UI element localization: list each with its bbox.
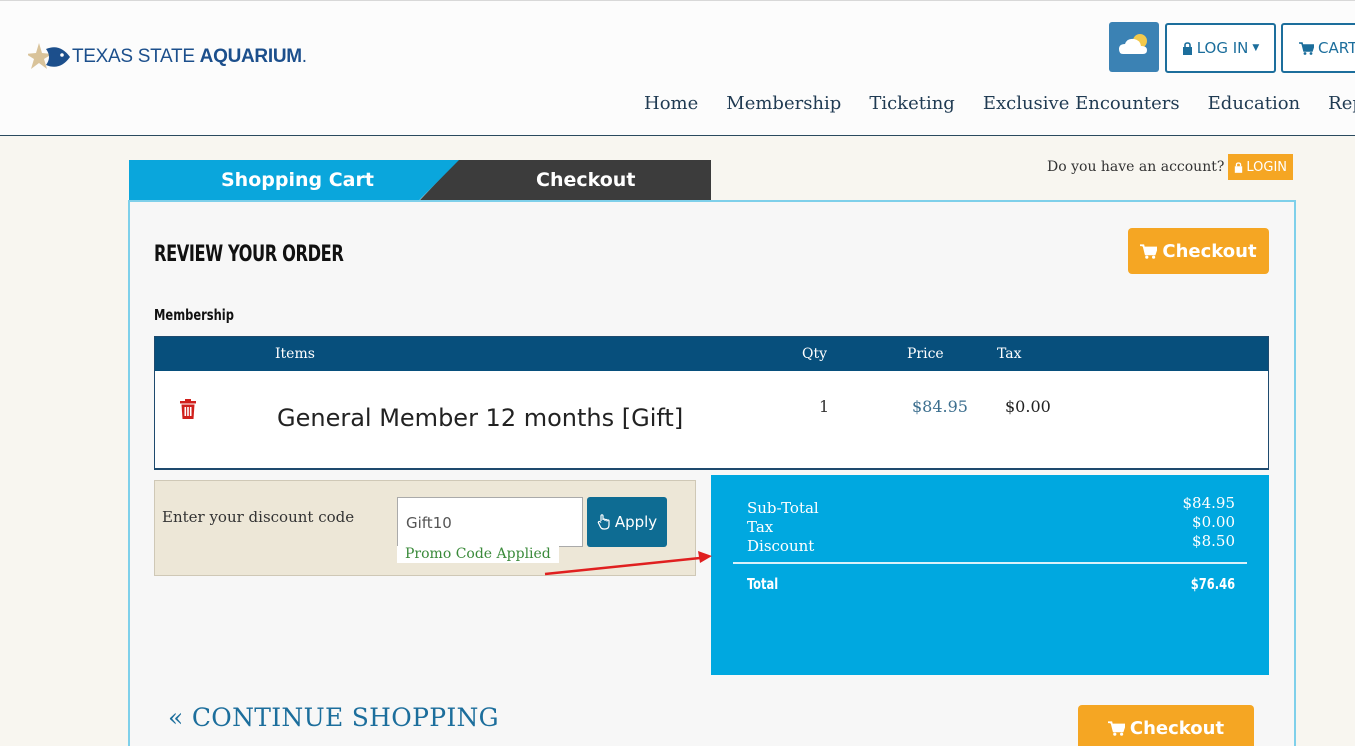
cart-label: CART [1318, 39, 1355, 57]
apply-label: Apply [614, 513, 658, 531]
checkout-button-top[interactable]: Checkout [1128, 228, 1269, 274]
page-title: REVIEW YOUR ORDER [154, 242, 344, 267]
logo-text: TEXAS STATE AQUARIUM. [72, 46, 307, 67]
total-value: $76.46 [1190, 575, 1235, 593]
tax-label: Tax [747, 518, 774, 536]
checkout-bottom-label: Checkout [1129, 717, 1225, 739]
col-price: Price [907, 346, 944, 362]
step-shopping-cart[interactable]: Shopping Cart [129, 160, 459, 200]
login-label: LOG IN [1196, 39, 1249, 57]
tax-value: $0.00 [1192, 513, 1235, 531]
account-prompt-text: Do you have an account? [1047, 159, 1225, 175]
hand-pointer-icon [597, 514, 610, 530]
table-header: Items Qty Price Tax [155, 337, 1268, 371]
discount-summary-label: Discount [747, 537, 815, 555]
section-label: Membership [154, 306, 234, 324]
discount-code-input[interactable]: Gift10 [397, 497, 583, 547]
caret-down-icon: ▼ [1252, 43, 1260, 53]
account-prompt: Do you have an account? LOGIN [1047, 154, 1294, 180]
annotation-arrow-icon [544, 551, 712, 576]
weather-button[interactable] [1109, 22, 1159, 72]
col-items: Items [275, 346, 315, 362]
checkout-label: Checkout [1162, 240, 1257, 262]
trash-icon[interactable] [179, 399, 197, 419]
order-table: Items Qty Price Tax General Member 12 mo… [154, 336, 1269, 470]
item-qty: 1 [819, 397, 830, 416]
site-logo[interactable]: TEXAS STATE AQUARIUM. [28, 41, 307, 73]
discount-label: Enter your discount code [162, 508, 355, 526]
main-nav: Home Membership Ticketing Exclusive Enco… [644, 93, 1355, 114]
account-login-button[interactable]: LOGIN [1228, 154, 1294, 180]
cart-icon [1107, 720, 1125, 736]
nav-exclusive-encounters[interactable]: Exclusive Encounters [983, 93, 1180, 114]
item-price: $84.95 [912, 397, 968, 416]
site-header: TEXAS STATE AQUARIUM. LOG IN ▼ CART Home… [0, 0, 1355, 136]
continue-label: CONTINUE SHOPPING [191, 703, 499, 732]
step-checkout[interactable]: Checkout [420, 160, 711, 200]
promo-status: Promo Code Applied [397, 546, 559, 563]
lock-icon [1182, 41, 1192, 55]
item-name: General Member 12 months [Gift] [277, 404, 684, 432]
weather-icon [1119, 34, 1147, 54]
col-tax: Tax [997, 346, 1022, 362]
cart-icon [1140, 243, 1158, 259]
total-label: Total [747, 575, 779, 593]
account-login-label: LOGIN [1246, 159, 1288, 175]
item-tax: $0.00 [1005, 397, 1051, 416]
lock-icon [1235, 161, 1243, 173]
order-summary: Sub-Total $84.95 Tax $0.00 Discount $8.5… [711, 475, 1269, 675]
nav-membership[interactable]: Membership [726, 93, 841, 114]
col-qty: Qty [802, 346, 828, 362]
subtotal-value: $84.95 [1182, 494, 1236, 512]
apply-discount-button[interactable]: Apply [587, 497, 667, 547]
header-cart-button[interactable]: CART [1281, 23, 1355, 73]
continue-shopping-link[interactable]: « CONTINUE SHOPPING [168, 703, 499, 732]
cart-icon [1299, 41, 1314, 55]
checkout-button-bottom[interactable]: Checkout [1078, 705, 1254, 746]
fish-star-logo-icon [28, 43, 70, 69]
subtotal-label: Sub-Total [747, 499, 819, 517]
nav-ticketing[interactable]: Ticketing [869, 93, 955, 114]
nav-rep[interactable]: Rep [1328, 93, 1355, 114]
nav-home[interactable]: Home [644, 93, 698, 114]
header-login-button[interactable]: LOG IN ▼ [1165, 23, 1276, 73]
nav-education[interactable]: Education [1208, 93, 1301, 114]
double-chevron-left-icon: « [168, 703, 184, 732]
discount-summary-value: $8.50 [1192, 532, 1235, 550]
summary-divider [733, 562, 1247, 564]
